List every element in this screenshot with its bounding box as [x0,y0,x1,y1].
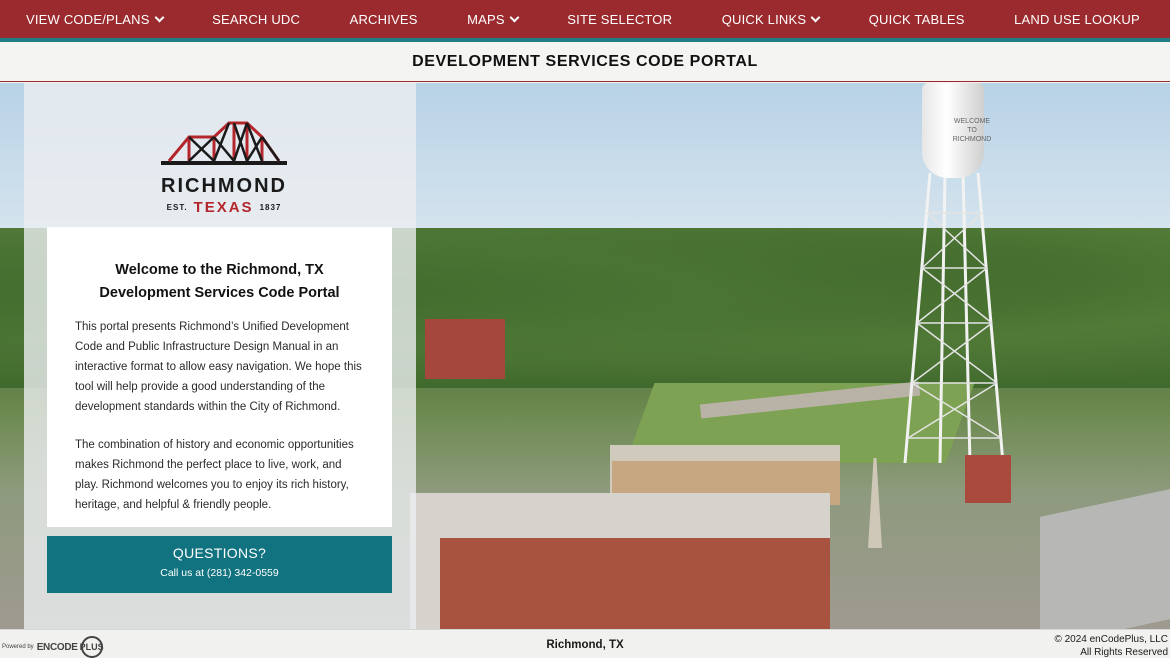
nav-label: SITE SELECTOR [567,11,673,27]
nav-label: QUICK LINKS [721,11,807,27]
rights-line: All Rights Reserved [1080,647,1168,658]
nav-archives[interactable]: ARCHIVES [350,12,418,27]
hero-brick-building [440,538,830,629]
welcome-heading: Welcome to the Richmond, TX Development S… [75,259,364,305]
welcome-heading-line1: Welcome to the Richmond, TX [115,262,324,278]
welcome-paragraph-1: This portal presents Richmond’s Unified … [75,321,362,413]
page-title: DEVELOPMENT SERVICES CODE PORTAL [412,52,758,70]
hero-red-building [425,319,505,379]
chevron-down-icon [509,12,520,22]
logo-name: RICHMOND [161,175,287,197]
nav-label: LAND USE LOOKUP [1014,11,1140,27]
questions-button[interactable]: QUESTIONS? Call us at (281) 342-0559 [47,536,392,593]
chevron-down-icon [810,12,821,22]
water-tower-frame [903,173,1005,464]
nav-land-use-lookup[interactable]: LAND USE LOOKUP [1014,12,1140,27]
logo-est: EST. [166,203,188,212]
nav-search-udc[interactable]: SEARCH UDC [212,12,300,27]
questions-title: QUESTIONS? [172,545,267,561]
hero-obelisk [868,458,882,548]
water-tower-text: WELCOME TO RICHMOND [952,118,992,143]
nav-maps[interactable]: MAPS [467,11,520,27]
chevron-down-icon [154,12,165,22]
footer-location: Richmond, TX [546,639,624,651]
nav-label: VIEW CODE/PLANS [26,11,150,27]
logo-tagline: EST. TEXAS 1837 [139,199,309,216]
nav-site-selector[interactable]: SITE SELECTOR [567,12,672,27]
richmond-logo: RICHMOND EST. TEXAS 1837 [139,119,309,216]
questions-phone[interactable]: Call us at (281) 342-0559 [47,567,392,579]
hero-metal-roof [1040,489,1170,629]
footer: Powered by ENCODE PLUS Richmond, TX © 20… [0,629,1170,658]
hero-photo: WELCOME TO RICHMOND RICHMOND EST. TEXAS … [0,83,1170,629]
intro-panel: RICHMOND EST. TEXAS 1837 Welcome to the Ri… [24,83,416,629]
page-title-bar: DEVELOPMENT SERVICES CODE PORTAL [0,42,1170,82]
nav-view-code-plans[interactable]: VIEW CODE/PLANS [26,11,165,27]
copyright-line: © 2024 enCodePlus, LLC [1054,634,1168,645]
footer-copyright: © 2024 enCodePlus, LLC All Rights Reserv… [1054,633,1168,658]
logo-state: TEXAS [193,199,254,216]
welcome-heading-line2: Development Services Code Portal [99,285,340,301]
nav-label: MAPS [467,11,505,27]
nav-quick-tables[interactable]: QUICK TABLES [869,12,965,27]
nav-label: SEARCH UDC [212,11,301,27]
welcome-card: Welcome to the Richmond, TX Development S… [47,227,392,527]
nav-label: QUICK TABLES [868,11,965,27]
nav-label: ARCHIVES [349,11,418,27]
nav-quick-links[interactable]: QUICK LINKS [721,11,821,27]
water-tower-base [965,455,1011,503]
bridge-icon [161,121,287,165]
welcome-paragraph-2: The combination of history and economic … [75,439,354,511]
logo-year: 1837 [259,203,282,212]
main-nav: VIEW CODE/PLANS SEARCH UDC ARCHIVES MAPS… [0,0,1170,38]
